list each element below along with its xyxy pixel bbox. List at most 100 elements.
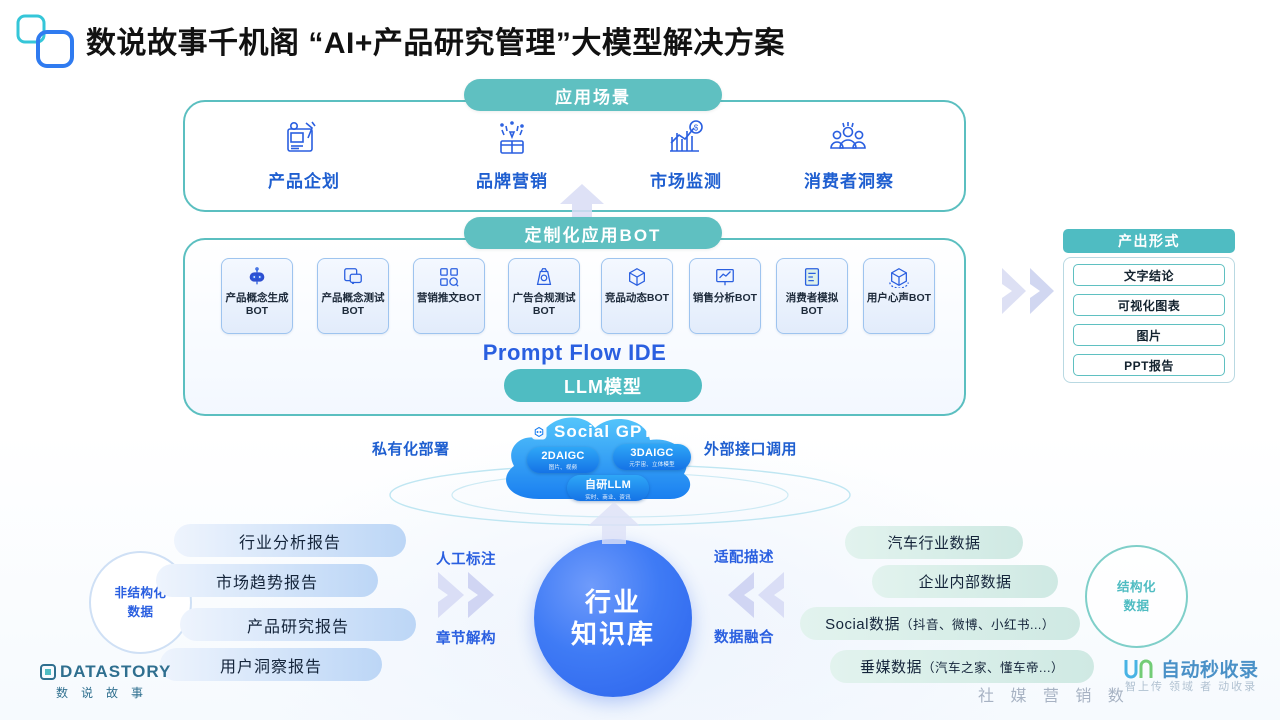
datastory-mark-icon [40,664,56,680]
bot-card-label: 竞品动态BOT [604,292,670,304]
bot-card-user-voice[interactable]: 用户心声BOT [863,258,935,334]
structured-line2: 数据 [1123,598,1150,613]
output-item-image[interactable]: 图片 [1073,324,1225,346]
social-gpt-brand: Social GPT [530,422,654,442]
market-monitoring-icon: $ [665,116,707,160]
left-double-chevron-icon [728,572,784,618]
data-pill-main: 企业内部数据 [918,574,1012,591]
flow-label-adaptive-description: 适配描述 [714,550,774,566]
datastory-wordmark-row: DATASTORY [40,662,171,682]
cloud-pill-sub: 图片、视频 [548,464,578,471]
data-pill-vertical-media[interactable]: 垂媒数据 （汽车之家、懂车帝...） [830,650,1094,683]
structured-data-ring: 结构化 数据 [1085,545,1188,648]
data-pill-main: 汽车行业数据 [887,535,981,552]
output-section-title: 产出形式 [1063,229,1235,253]
cube-icon [626,265,648,289]
prompt-flow-ide-label: Prompt Flow IDE [482,340,667,365]
bot-card-label: 用户心声BOT [866,292,932,304]
bot-card-consumer-simulation[interactable]: 消费者模拟BOT [776,258,848,334]
scenario-item-consumer-insight[interactable]: 消费者洞察 [774,116,924,192]
cloud-pill-2daigc[interactable]: 2DAIGC 图片、视频 [527,447,599,473]
industry-knowledge-base-sphere: 行业 知识库 [534,539,692,697]
svg-text:$: $ [694,124,699,133]
scenario-label: 市场监测 [650,172,722,191]
knowledge-line2: 知识库 [570,619,655,649]
slide-canvas: 数说故事千机阁 “AI+产品研究管理”大模型解决方案 应用场景 产品企划 品牌营… [0,0,1280,720]
grid-search-icon [438,265,460,289]
data-pill-sub: （汽车之家、懂车帝...） [922,661,1064,675]
structured-line1: 结构化 [1116,580,1156,595]
cloud-pill-self-llm[interactable]: 自研LLM 实时、商业、资讯 [567,475,649,501]
brand-en: DATASTORY [60,662,172,681]
double-chevron-right-icon [1002,268,1054,314]
bot-card-label: 销售分析BOT [692,292,758,304]
datastory-logo: DATASTORY 数说故事 [40,662,171,701]
robot-icon [246,265,268,289]
up-arrow-knowledge-icon [588,502,640,544]
cube-rotate-icon [888,265,910,289]
scenario-label: 消费者洞察 [804,172,894,191]
flow-label-chapter-decomposition: 章节解构 [436,631,496,647]
unstructured-line2: 数据 [127,604,154,619]
bot-card-label: 广告合规测试BOT [512,292,576,318]
output-item-visual-chart[interactable]: 可视化图表 [1073,294,1225,316]
scenario-label: 产品企划 [268,172,340,191]
right-double-chevron-left-group-icon [438,572,494,618]
bot-card-label: 产品概念生成BOT [225,292,289,318]
scenario-section-title: 应用场景 [464,79,722,111]
flow-label-manual-annotation: 人工标注 [436,552,496,568]
data-pill-main: 垂媒数据 [860,659,923,676]
scenario-item-product-planning[interactable]: 产品企划 [229,116,379,192]
data-pill-sub: （抖音、微博、小红书...） [899,618,1055,632]
scenario-label: 品牌营销 [476,172,548,191]
private-deployment-label: 私有化部署 [372,441,450,458]
bot-card-label: 消费者模拟BOT [785,292,839,318]
llm-model-pill: LLM模型 [504,369,702,402]
bot-card-label: 营销推文BOT [416,292,482,304]
bot-card-marketing-copy[interactable]: 营销推文BOT [413,258,485,334]
bot-card-ad-compliance-test[interactable]: 广告合规测试BOT [508,258,580,334]
product-planning-icon [283,116,325,160]
report-pill-industry-analysis[interactable]: 行业分析报告 [174,524,406,557]
document-icon [801,265,823,289]
squares-logo-icon [16,14,74,68]
chat-test-icon [342,265,364,289]
watermark-text-cn: 社 媒 营 销 数 [978,688,1130,705]
output-item-ppt-report[interactable]: PPT报告 [1073,354,1225,376]
knowledge-line1: 行业 [584,586,641,617]
bot-card-product-concept-test[interactable]: 产品概念测试BOT [317,258,389,334]
bot-section-title: 定制化应用BOT [464,217,722,249]
flow-label-data-fusion: 数据融合 [714,630,774,646]
report-pill-user-insight[interactable]: 用户洞察报告 [160,648,382,681]
bot-card-label: 产品概念测试BOT [321,292,385,318]
bot-card-product-concept-gen[interactable]: 产品概念生成BOT [221,258,293,334]
chart-board-icon [714,265,736,289]
cloud-pill-title: 自研LLM [584,478,632,491]
bot-card-competitor-dynamics[interactable]: 竞品动态BOT [601,258,673,334]
data-pill-social[interactable]: Social数据 （抖音、微博、小红书...） [800,607,1080,640]
page-title: 数说故事千机阁 “AI+产品研究管理”大模型解决方案 [86,27,785,60]
cloud-pill-sub: 元宇宙、立体模型 [629,461,675,468]
cloud-pill-title: 3DAIGC [630,446,674,459]
output-list: 文字结论 可视化图表 图片 PPT报告 [1063,257,1235,383]
brand-marketing-icon [491,116,533,160]
data-pill-main: Social数据 [825,616,900,633]
watermark-sub-text: 智上传 领域 者 动收录 [1125,681,1258,693]
brand-cn: 数说故事 [56,686,157,700]
external-api-label: 外部接口调用 [704,441,798,458]
output-item-text-conclusion[interactable]: 文字结论 [1073,264,1225,286]
report-pill-market-trend[interactable]: 市场趋势报告 [156,564,378,597]
bot-card-sales-analysis[interactable]: 销售分析BOT [689,258,761,334]
consumer-insight-icon [828,116,870,160]
money-bag-icon [533,265,555,289]
cloud-pill-title: 2DAIGC [541,449,585,462]
social-gpt-wordmark: Social GPT [554,422,654,441]
report-pill-product-research[interactable]: 产品研究报告 [180,608,416,641]
social-gpt-icon [531,424,547,440]
cloud-pill-3daigc[interactable]: 3DAIGC 元宇宙、立体模型 [613,444,691,470]
data-pill-automotive-industry[interactable]: 汽车行业数据 [845,526,1023,559]
jn-logo-icon [1124,659,1153,678]
scenario-item-brand-marketing[interactable]: 品牌营销 [437,116,587,192]
scenario-item-market-monitoring[interactable]: $ 市场监测 [611,116,761,192]
data-pill-enterprise-internal[interactable]: 企业内部数据 [872,565,1058,598]
